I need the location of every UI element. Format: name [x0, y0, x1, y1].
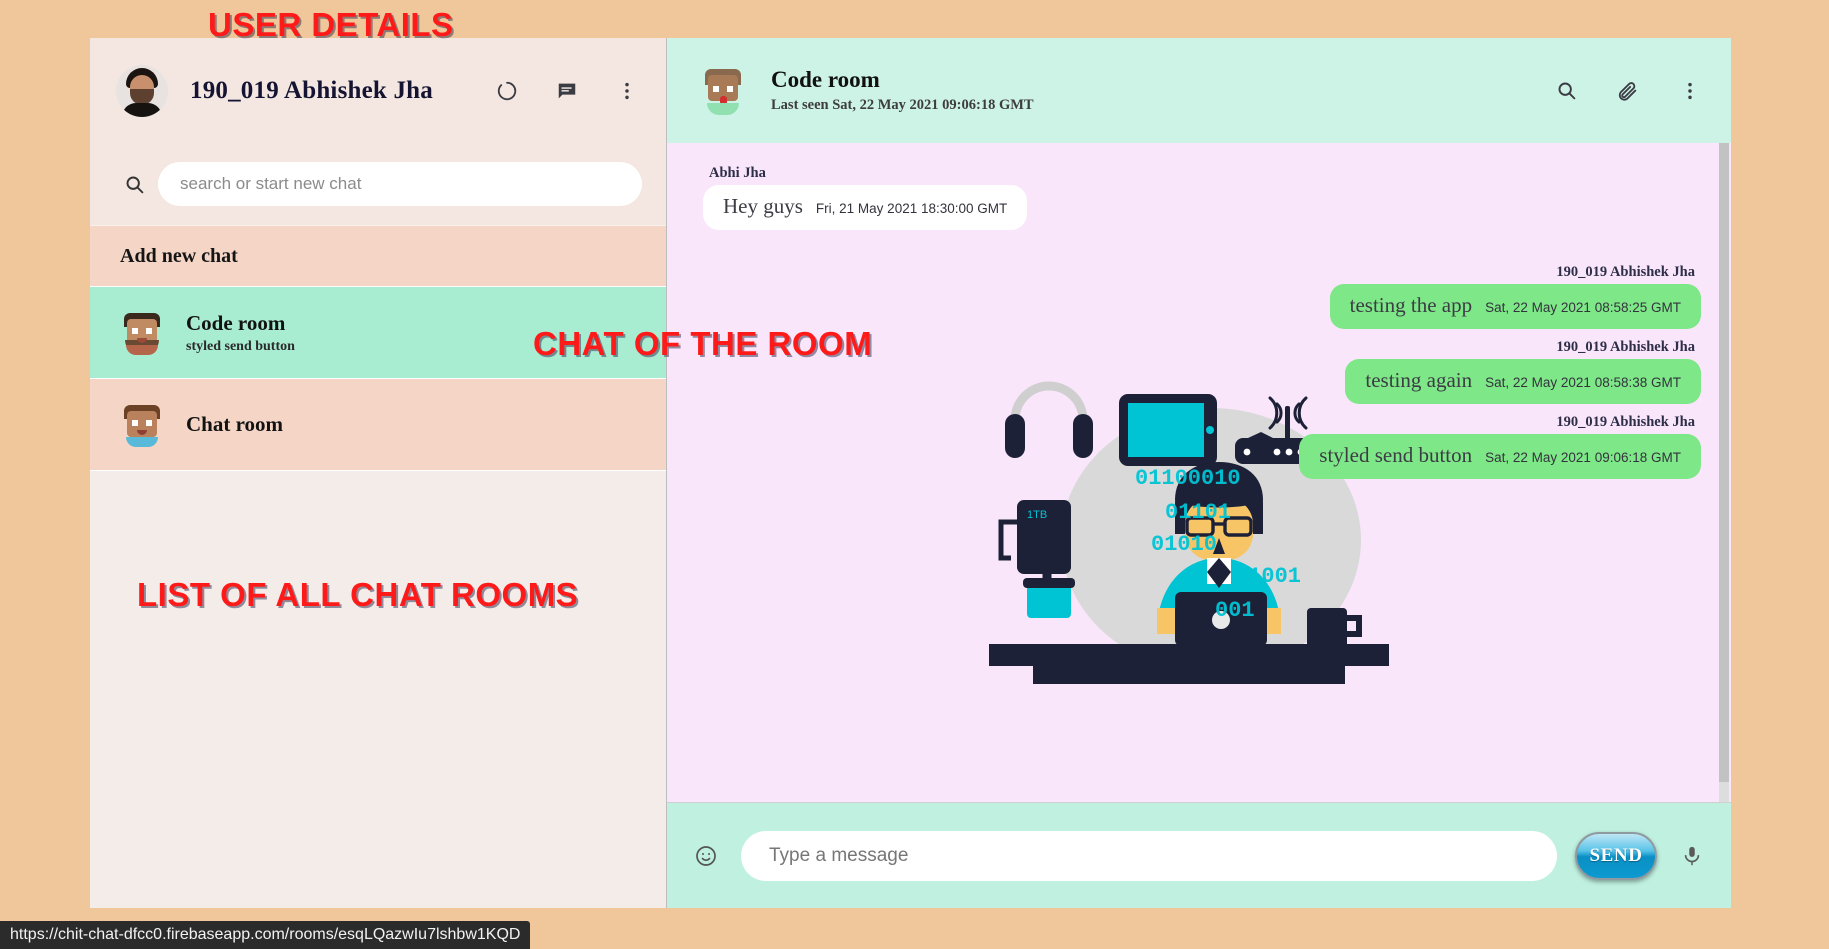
message-text: Hey guys: [723, 194, 803, 218]
page-title: 190_019 Abhishek Jha: [190, 76, 433, 104]
message-input[interactable]: [741, 830, 1557, 881]
message-composer: SEND: [667, 803, 1731, 908]
emoji-smiley-icon[interactable]: [689, 844, 723, 868]
search-icon[interactable]: [1556, 80, 1577, 101]
more-options-icon[interactable]: [1679, 80, 1701, 102]
message-bubble[interactable]: styled send button Sat, 22 May 2021 09:0…: [1299, 434, 1701, 479]
message-bubble[interactable]: testing again Sat, 22 May 2021 08:58:38 …: [1345, 359, 1701, 404]
room-last-message: styled send button: [186, 338, 295, 354]
room-name: Code room: [186, 311, 286, 336]
search-input[interactable]: [158, 162, 642, 206]
message-sender: 190_019 Abhishek Jha: [1556, 414, 1695, 430]
svg-text:1TB: 1TB: [1027, 509, 1047, 521]
sidebar-header: 190_019 Abhishek Jha: [90, 38, 666, 143]
message-text: styled send button: [1319, 443, 1473, 467]
sidebar: 190_019 Abhishek Jha search or start new…: [90, 38, 666, 908]
sidebar-empty-space: [90, 471, 666, 908]
message-bubble[interactable]: Hey guys Fri, 21 May 2021 18:30:00 GMT: [703, 185, 1028, 230]
sidebar-room-chat-room[interactable]: Chat room: [90, 379, 666, 471]
browser-status-bar: https://chit-chat-dfcc0.firebaseapp.com/…: [0, 921, 531, 949]
room-name: Chat room: [186, 412, 284, 437]
status-ring-icon[interactable]: [496, 80, 518, 102]
add-new-chat-button[interactable]: Add new chat: [90, 225, 666, 287]
message-timestamp: Sat, 22 May 2021 08:58:25 GMT: [1485, 300, 1681, 315]
svg-text:01001: 01001: [1235, 564, 1301, 589]
room-avatar-icon: [120, 403, 164, 447]
microphone-icon[interactable]: [1675, 845, 1709, 867]
messages-list[interactable]: 1TB 01100010 01101 01010 01001 001 Abhi …: [667, 143, 1731, 803]
more-options-icon[interactable]: [616, 80, 638, 102]
message-sender: 190_019 Abhishek Jha: [1556, 339, 1695, 355]
message-row: 190_019 Abhishek Jha testing again Sat, …: [703, 339, 1701, 404]
search-icon[interactable]: [110, 174, 158, 195]
chat-last-seen: Last seen Sat, 22 May 2021 09:06:18 GMT: [771, 97, 1034, 113]
scrollbar-thumb[interactable]: [1719, 143, 1729, 783]
message-timestamp: Sat, 22 May 2021 09:06:18 GMT: [1485, 450, 1681, 465]
message-row: 190_019 Abhishek Jha styled send button …: [703, 414, 1701, 479]
message-sender: Abhi Jha: [709, 165, 766, 181]
message-bubble[interactable]: testing the app Sat, 22 May 2021 08:58:2…: [1329, 284, 1701, 329]
sidebar-search-bar: [90, 143, 666, 225]
chat-app-window: 190_019 Abhishek Jha search or start new…: [90, 38, 1731, 908]
user-photo-avatar[interactable]: [116, 64, 168, 117]
chat-room-title: Code room: [771, 67, 880, 92]
message-sender: 190_019 Abhishek Jha: [1556, 264, 1695, 280]
message-row: 190_019 Abhishek Jha testing the app Sat…: [703, 264, 1701, 329]
sidebar-room-code-room[interactable]: Code room styled send button: [90, 287, 666, 379]
attachment-icon[interactable]: [1617, 80, 1639, 102]
chat-header: Code room Last seen Sat, 22 May 2021 09:…: [667, 38, 1731, 143]
chat-panel: Code room Last seen Sat, 22 May 2021 09:…: [666, 38, 1731, 908]
room-avatar-icon: [120, 311, 164, 355]
message-text: testing again: [1365, 368, 1473, 392]
svg-text:01010: 01010: [1151, 532, 1217, 557]
sidebar-header-icons: [496, 80, 638, 102]
message-timestamp: Sat, 22 May 2021 08:58:38 GMT: [1485, 375, 1681, 390]
chat-icon[interactable]: [556, 80, 578, 102]
chat-room-avatar-icon: [701, 67, 749, 115]
messages-scrollbar[interactable]: [1719, 143, 1729, 802]
chat-header-icons: [1556, 80, 1701, 102]
send-button[interactable]: SEND: [1575, 831, 1657, 880]
message-row: Abhi Jha Hey guys Fri, 21 May 2021 18:30…: [703, 165, 1701, 230]
svg-text:01101: 01101: [1165, 500, 1231, 525]
message-text: testing the app: [1349, 293, 1473, 317]
svg-text:001: 001: [1215, 598, 1255, 623]
message-timestamp: Fri, 21 May 2021 18:30:00 GMT: [815, 201, 1008, 216]
